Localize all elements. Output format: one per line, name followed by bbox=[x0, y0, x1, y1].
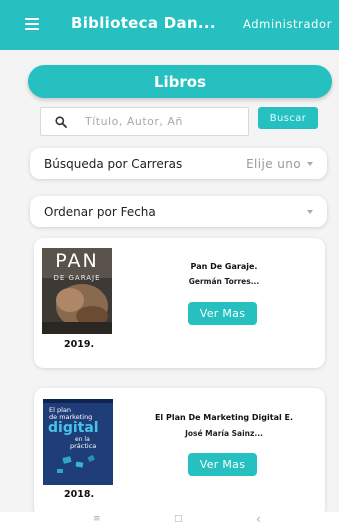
chevron-down-icon bbox=[307, 209, 313, 214]
view-more-button[interactable]: Ver Mas bbox=[188, 302, 257, 325]
main-content: Libros Buscar Búsqueda por Carreras Elij… bbox=[0, 50, 339, 518]
cover-line-5: práctica bbox=[70, 442, 97, 450]
search-button[interactable]: Buscar bbox=[258, 107, 318, 129]
book-year: 2018. bbox=[64, 489, 95, 500]
cover-subtitle-text: DE GARAJE bbox=[53, 274, 101, 282]
book-title: Pan De Garaje. bbox=[190, 262, 258, 271]
book-year: 2019. bbox=[64, 339, 95, 350]
cover-title-text: PAN bbox=[55, 250, 99, 272]
user-role-label[interactable]: Administrador bbox=[243, 17, 339, 31]
app-bar: Biblioteca Dan... Administrador bbox=[0, 0, 339, 50]
career-filter-value: Elije uno bbox=[246, 156, 301, 171]
book-card: El plan de marketing digital en la práct… bbox=[34, 388, 325, 518]
back-icon[interactable]: ‹ bbox=[256, 513, 261, 525]
section-title: Libros bbox=[28, 65, 332, 98]
search-field[interactable] bbox=[40, 107, 249, 136]
book-title: El Plan De Marketing Digital E. bbox=[154, 413, 294, 422]
recent-apps-icon[interactable]: ≡ bbox=[93, 515, 101, 524]
career-filter-label: Búsqueda por Carreras bbox=[44, 156, 183, 171]
system-nav-bar: ≡ □ ‹ bbox=[0, 512, 339, 527]
search-icon bbox=[55, 115, 67, 128]
book-cover-image: PAN DE GARAJE bbox=[42, 248, 112, 334]
view-more-button[interactable]: Ver Mas bbox=[188, 453, 257, 476]
hamburger-menu-icon[interactable] bbox=[25, 18, 39, 30]
search-input[interactable] bbox=[83, 114, 237, 129]
home-icon[interactable]: □ bbox=[174, 515, 183, 524]
book-author: José María Sainz... bbox=[185, 429, 263, 438]
cover-line-3: digital bbox=[48, 420, 99, 436]
career-filter-select[interactable]: Búsqueda por Carreras Elije uno bbox=[30, 148, 327, 179]
sort-select[interactable]: Ordenar por Fecha bbox=[30, 196, 327, 227]
app-title: Biblioteca Dan... bbox=[71, 14, 216, 32]
sort-label: Ordenar por Fecha bbox=[44, 204, 156, 219]
book-card: PAN DE GARAJE 2019. Pan De Garaje. Germá… bbox=[34, 238, 325, 368]
chevron-down-icon bbox=[307, 161, 313, 166]
book-author: Germán Torres... bbox=[188, 277, 260, 286]
book-cover-image: El plan de marketing digital en la práct… bbox=[43, 399, 113, 485]
